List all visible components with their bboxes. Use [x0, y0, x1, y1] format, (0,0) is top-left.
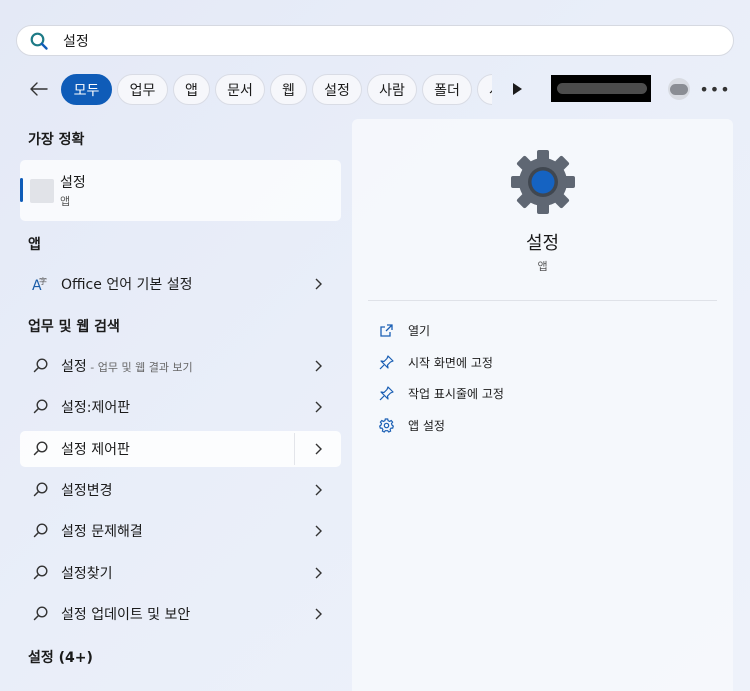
- web-result-label: 설정찾기: [61, 566, 113, 582]
- preview-title: 설정: [525, 233, 560, 254]
- search-icon: [33, 482, 48, 497]
- chip-web[interactable]: 웹: [270, 74, 307, 105]
- action-label: 작업 표시줄에 고정: [408, 386, 504, 401]
- web-result-label: 설정 문제해결: [61, 524, 143, 540]
- action-pin-taskbar[interactable]: 작업 표시줄에 고정: [378, 382, 504, 404]
- web-result-row[interactable]: 설정 - 업무 및 웹 결과 보기: [20, 348, 341, 384]
- preview-subtitle: 앱: [537, 260, 548, 273]
- chevron-right-icon[interactable]: [311, 566, 325, 580]
- chip-people[interactable]: 사람: [367, 74, 417, 105]
- action-open[interactable]: 열기: [378, 319, 430, 341]
- list-item-label: Office 언어 기본 설정: [61, 277, 193, 293]
- best-match-heading: 가장 정확: [28, 132, 85, 148]
- best-match-item[interactable]: 설정 앱: [20, 160, 341, 221]
- best-match-subtitle: 앱: [60, 195, 71, 208]
- action-pin-start[interactable]: 시작 화면에 고정: [378, 351, 493, 373]
- chevron-right-icon[interactable]: [311, 607, 325, 621]
- web-result-label: 설정 제어판: [61, 442, 130, 458]
- search-icon: [30, 32, 48, 50]
- redacted-account: [551, 75, 651, 102]
- action-label: 열기: [408, 323, 431, 338]
- pin-icon: [378, 354, 394, 370]
- language-icon: A 字: [32, 275, 50, 293]
- chip-settings[interactable]: 설정: [312, 74, 362, 105]
- more-options-button[interactable]: •••: [699, 78, 729, 100]
- web-result-row[interactable]: 설정 제어판: [20, 431, 341, 467]
- chip-apps[interactable]: 앱: [173, 74, 210, 105]
- apps-heading: 앱: [28, 237, 41, 253]
- web-result-label: 설정 업데이트 및 보안: [61, 607, 191, 623]
- chip-work[interactable]: 업무: [117, 74, 168, 105]
- search-query[interactable]: 설정: [63, 31, 89, 51]
- web-result-label: 설정변경: [61, 483, 113, 499]
- selection-indicator: [20, 178, 23, 202]
- arrow-left-icon: [30, 82, 48, 96]
- search-box[interactable]: 설정: [16, 25, 734, 56]
- chip-folders[interactable]: 폴더: [422, 74, 472, 105]
- action-label: 시작 화면에 고정: [408, 355, 493, 370]
- chip-all[interactable]: 모두: [61, 74, 112, 105]
- search-icon: [33, 523, 48, 538]
- play-icon[interactable]: [508, 80, 526, 98]
- search-icon: [33, 441, 48, 456]
- divider: [294, 433, 295, 465]
- web-result-row[interactable]: 설정 문제해결: [20, 513, 341, 549]
- chevron-right-icon[interactable]: [311, 400, 325, 414]
- action-label: 앱 설정: [408, 418, 445, 433]
- chip-photos[interactable]: 사진: [477, 74, 492, 105]
- chevron-right-icon[interactable]: [311, 359, 325, 373]
- chevron-right-icon[interactable]: [311, 524, 325, 538]
- web-result-row[interactable]: 설정찾기: [20, 555, 341, 591]
- ellipsis-icon: •••: [699, 79, 731, 99]
- search-icon: [33, 399, 48, 414]
- settings-group-heading[interactable]: 설정 (4+): [28, 647, 93, 667]
- web-result-label: 설정:제어판: [61, 400, 131, 416]
- chip-documents[interactable]: 문서: [215, 74, 265, 105]
- web-result-row[interactable]: 설정:제어판: [20, 389, 341, 425]
- gear-icon: [511, 150, 575, 214]
- divider: [368, 300, 717, 301]
- best-match-title: 설정: [60, 175, 86, 191]
- web-result-sub: - 업무 및 웹 결과 보기: [86, 361, 193, 374]
- web-result-row[interactable]: 설정 업데이트 및 보안: [20, 596, 341, 632]
- web-search-heading: 업무 및 웹 검색: [28, 319, 120, 335]
- action-app-settings[interactable]: 앱 설정: [378, 414, 445, 436]
- chevron-right-icon[interactable]: [311, 442, 325, 456]
- search-icon: [33, 606, 48, 621]
- web-result-row[interactable]: 설정변경: [20, 472, 341, 508]
- list-item-office-language[interactable]: A 字 Office 언어 기본 설정: [20, 266, 341, 302]
- search-icon: [33, 565, 48, 580]
- chevron-right-icon[interactable]: [311, 277, 325, 291]
- svg-text:字: 字: [39, 276, 47, 286]
- avatar[interactable]: [668, 78, 690, 100]
- search-icon: [33, 358, 48, 373]
- filter-chips: 모두 업무 앱 문서 웹 설정 사람 폴더 사진: [61, 74, 492, 105]
- open-external-icon: [378, 322, 394, 338]
- web-result-label: 설정: [61, 359, 87, 375]
- preview-panel: 설정 앱 열기 시작 화면에 고정 작업 표시줄에 고정 앱 설정: [352, 119, 733, 691]
- chevron-right-icon[interactable]: [311, 483, 325, 497]
- gear-icon: [378, 417, 394, 433]
- back-button[interactable]: [24, 74, 54, 104]
- app-icon: [30, 179, 54, 203]
- pin-icon: [378, 385, 394, 401]
